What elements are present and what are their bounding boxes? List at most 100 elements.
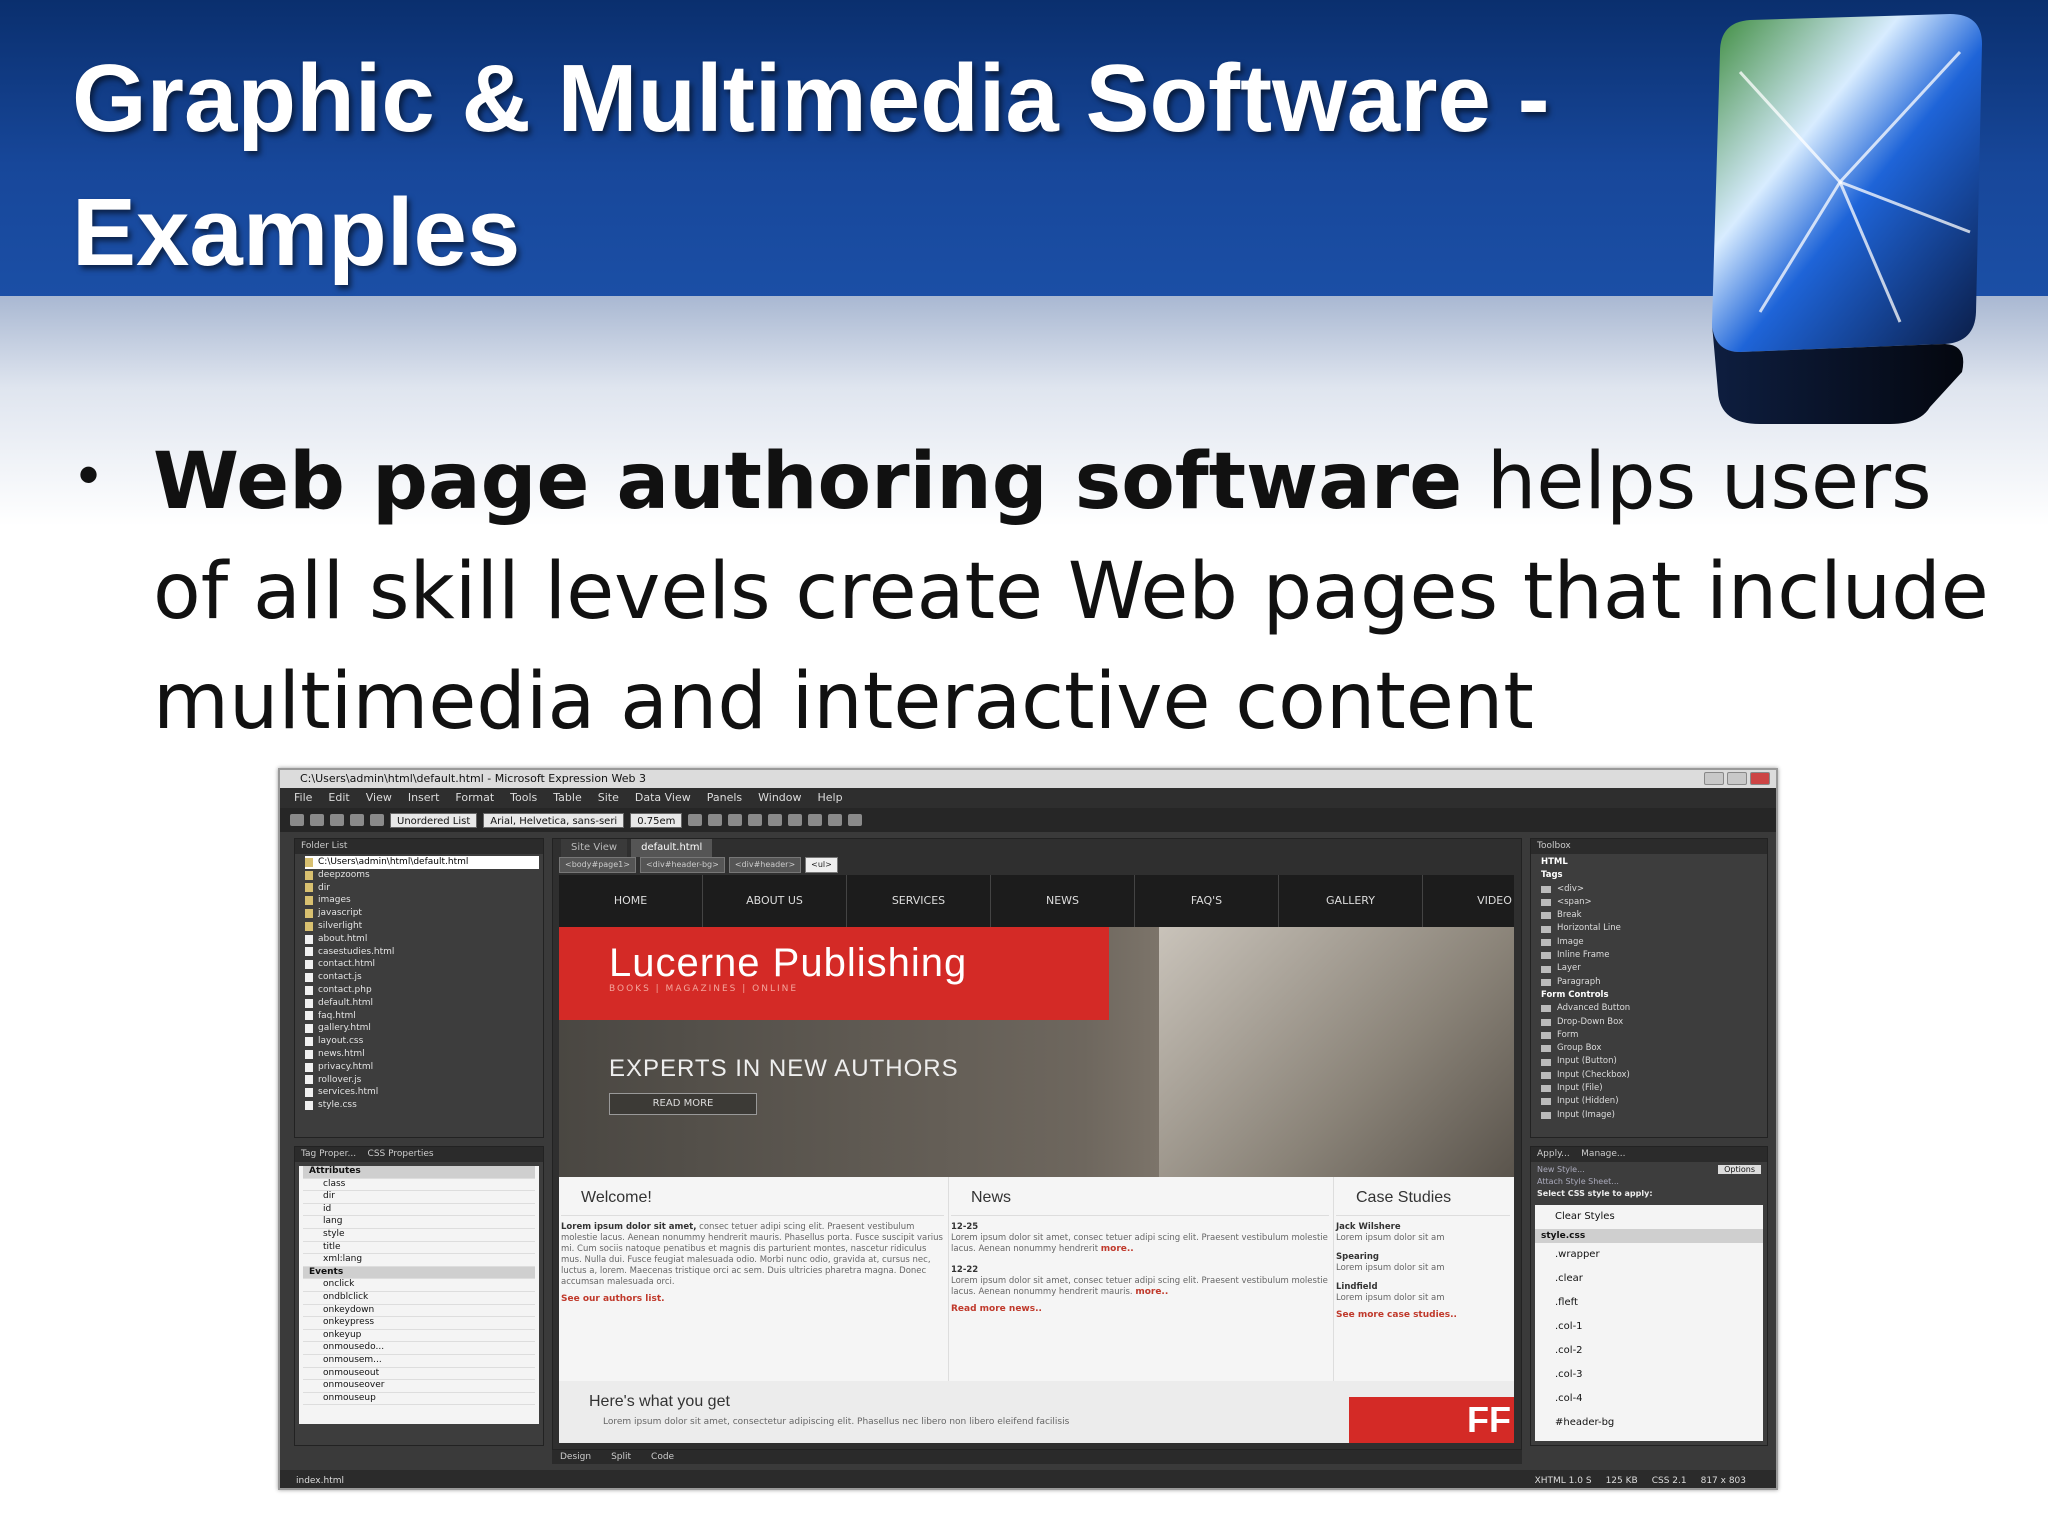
view-code[interactable]: Code	[651, 1450, 674, 1464]
file-item[interactable]: layout.css	[305, 1035, 539, 1048]
menu-site[interactable]: Site	[598, 788, 619, 808]
attach-style-sheet-link[interactable]: Attach Style Sheet...	[1531, 1177, 1767, 1186]
property-row[interactable]: title	[303, 1242, 535, 1255]
folder-item[interactable]: dir	[305, 882, 539, 895]
menu-table[interactable]: Table	[553, 788, 581, 808]
style-item[interactable]: .col-4	[1535, 1387, 1763, 1411]
tab-tag-properties[interactable]: Tag Proper...	[301, 1149, 356, 1159]
tab-manage-styles[interactable]: Manage...	[1581, 1149, 1625, 1159]
property-row[interactable]: onmousedo...	[303, 1342, 535, 1355]
file-item[interactable]: default.html	[305, 997, 539, 1010]
toolbox-item[interactable]: Input (Image)	[1541, 1109, 1763, 1122]
toolbox-section[interactable]: HTML	[1541, 856, 1763, 869]
style-item[interactable]: .wrapper	[1535, 1243, 1763, 1267]
preview-icon[interactable]	[370, 814, 384, 826]
folder-item[interactable]: javascript	[305, 907, 539, 920]
nav-faq[interactable]: FAQ'S	[1135, 875, 1279, 927]
file-item[interactable]: gallery.html	[305, 1022, 539, 1035]
nav-about[interactable]: ABOUT US	[703, 875, 847, 927]
menu-tools[interactable]: Tools	[510, 788, 537, 808]
property-row[interactable]: onmousem...	[303, 1355, 535, 1368]
folder-item[interactable]: silverlight	[305, 920, 539, 933]
view-design[interactable]: Design	[560, 1450, 591, 1464]
toolbox-item[interactable]: Input (Checkbox)	[1541, 1069, 1763, 1082]
toolbox-section[interactable]: Tags	[1541, 869, 1763, 882]
publish-icon[interactable]	[350, 814, 364, 826]
toolbox-item[interactable]: Form	[1541, 1029, 1763, 1042]
tab-site-view[interactable]: Site View	[561, 839, 628, 857]
status-css[interactable]: CSS 2.1	[1652, 1470, 1687, 1488]
toolbox-item[interactable]: Input (Button)	[1541, 1055, 1763, 1068]
nav-video[interactable]: VIDEO	[1423, 875, 1514, 927]
property-section[interactable]: Attributes	[303, 1166, 535, 1179]
align-center-icon[interactable]	[768, 814, 783, 826]
read-more-button[interactable]: READ MORE	[609, 1093, 757, 1115]
nav-news[interactable]: NEWS	[991, 875, 1135, 927]
style-item[interactable]: .clear	[1535, 1267, 1763, 1291]
menu-edit[interactable]: Edit	[328, 788, 349, 808]
property-row[interactable]: onmouseover	[303, 1380, 535, 1393]
toolbox-item[interactable]: Paragraph	[1541, 976, 1763, 989]
nav-services[interactable]: SERVICES	[847, 875, 991, 927]
open-icon[interactable]	[310, 814, 324, 826]
file-item[interactable]: contact.php	[305, 984, 539, 997]
breadcrumb-item[interactable]: <ul>	[805, 857, 838, 873]
style-item[interactable]: .col-3	[1535, 1363, 1763, 1387]
authors-link[interactable]: See our authors list.	[561, 1294, 944, 1304]
align-left-icon[interactable]	[748, 814, 763, 826]
breadcrumb-item[interactable]: <body#page1>	[559, 857, 636, 873]
news-more-link[interactable]: more..	[1101, 1244, 1134, 1254]
new-icon[interactable]	[290, 814, 304, 826]
status-dimensions[interactable]: 817 x 803	[1701, 1470, 1746, 1488]
style-item[interactable]: #header-bg	[1535, 1411, 1763, 1435]
toolbox-item[interactable]: Input (Hidden)	[1541, 1095, 1763, 1108]
nav-home[interactable]: HOME	[559, 875, 703, 927]
underline-icon[interactable]	[728, 814, 743, 826]
style-sheet-header[interactable]: style.css	[1535, 1229, 1763, 1243]
font-select[interactable]: Arial, Helvetica, sans-seri	[483, 812, 625, 828]
menu-insert[interactable]: Insert	[408, 788, 440, 808]
property-row[interactable]: lang	[303, 1216, 535, 1229]
file-item[interactable]: casestudies.html	[305, 946, 539, 959]
tab-css-properties[interactable]: CSS Properties	[368, 1149, 434, 1159]
breadcrumb-item[interactable]: <div#header-bg>	[639, 857, 725, 873]
toolbox-item[interactable]: Horizontal Line	[1541, 922, 1763, 935]
property-row[interactable]: xml:lang	[303, 1254, 535, 1267]
highlight-icon[interactable]	[828, 814, 843, 826]
property-section[interactable]: Events	[303, 1266, 535, 1280]
toolbox-item[interactable]: Layer	[1541, 962, 1763, 975]
read-more-news-link[interactable]: Read more news..	[951, 1304, 1329, 1314]
property-row[interactable]: dir	[303, 1191, 535, 1204]
menu-format[interactable]: Format	[455, 788, 494, 808]
file-item[interactable]: about.html	[305, 933, 539, 946]
toolbox-item[interactable]: Drop-Down Box	[1541, 1016, 1763, 1029]
menu-panels[interactable]: Panels	[707, 788, 742, 808]
file-item[interactable]: contact.js	[305, 971, 539, 984]
bold-icon[interactable]	[688, 814, 703, 826]
style-item[interactable]: .col-1	[1535, 1315, 1763, 1339]
folder-item[interactable]: C:\Users\admin\html\default.html	[305, 856, 539, 869]
property-row[interactable]: style	[303, 1229, 535, 1242]
file-item[interactable]: contact.html	[305, 958, 539, 971]
property-row[interactable]: onkeypress	[303, 1317, 535, 1330]
property-row[interactable]: onkeyup	[303, 1330, 535, 1343]
property-row[interactable]: ondblclick	[303, 1292, 535, 1305]
file-item[interactable]: services.html	[305, 1086, 539, 1099]
toolbox-item[interactable]: Inline Frame	[1541, 949, 1763, 962]
menu-data-view[interactable]: Data View	[635, 788, 691, 808]
toolbox-item[interactable]: Advanced Button	[1541, 1002, 1763, 1015]
menu-help[interactable]: Help	[818, 788, 843, 808]
toolbox-item[interactable]: <span>	[1541, 896, 1763, 909]
menu-file[interactable]: File	[294, 788, 312, 808]
align-right-icon[interactable]	[788, 814, 803, 826]
tab-apply-styles[interactable]: Apply...	[1537, 1149, 1570, 1159]
list-icon[interactable]	[808, 814, 823, 826]
breadcrumb-item[interactable]: <div#header>	[728, 857, 802, 873]
toolbox-item[interactable]: Break	[1541, 909, 1763, 922]
file-item[interactable]: rollover.js	[305, 1074, 539, 1087]
maximize-icon[interactable]	[1727, 772, 1747, 785]
menu-window[interactable]: Window	[758, 788, 801, 808]
file-item[interactable]: news.html	[305, 1048, 539, 1061]
toolbox-section[interactable]: Form Controls	[1541, 989, 1763, 1002]
options-button[interactable]: Options	[1718, 1165, 1761, 1174]
